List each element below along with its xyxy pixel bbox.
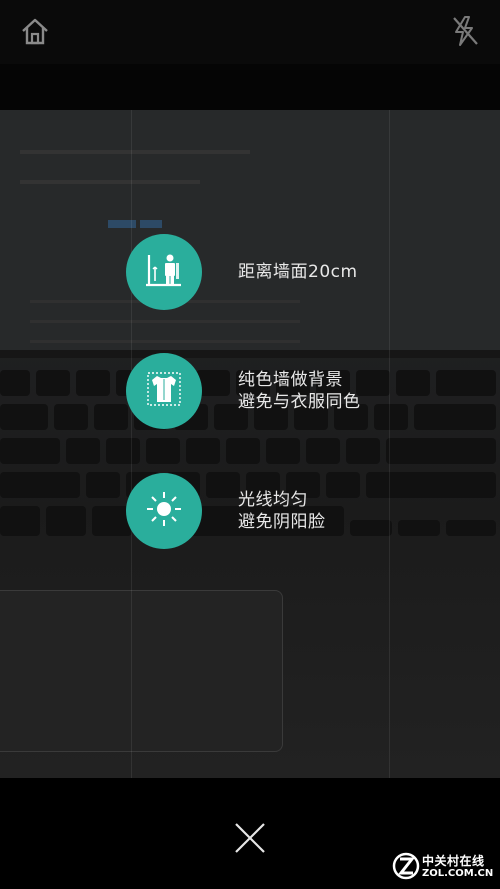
tip-background-text: 纯色墙做背景 避免与衣服同色 bbox=[238, 369, 361, 413]
shirt-icon bbox=[141, 366, 187, 416]
tip-lighting-badge bbox=[126, 473, 202, 549]
zol-watermark: 中关村在线 ZOL.COM.CN bbox=[392, 850, 496, 884]
flash-off-icon[interactable] bbox=[450, 14, 480, 52]
tip-lighting-line-2: 避免阴阳脸 bbox=[238, 512, 326, 532]
laptop-screen bbox=[0, 110, 500, 350]
laptop-hinge bbox=[0, 350, 500, 358]
preview-top-band bbox=[0, 64, 500, 110]
tip-distance-text: 距离墙面20cm bbox=[238, 261, 358, 283]
watermark-en: ZOL.COM.CN bbox=[422, 868, 494, 879]
tip-lighting-text: 光线均匀 避免阴阳脸 bbox=[238, 489, 326, 533]
top-bar bbox=[0, 0, 500, 64]
home-icon[interactable] bbox=[20, 16, 50, 50]
guide-line-right bbox=[389, 110, 390, 778]
watermark-cn: 中关村在线 bbox=[422, 854, 485, 868]
sun-light-icon bbox=[141, 486, 187, 536]
tip-distance-line-1: 距离墙面20cm bbox=[238, 262, 358, 282]
camera-preview bbox=[0, 110, 500, 778]
zol-logo-icon bbox=[392, 850, 420, 886]
guide-line-left bbox=[131, 110, 132, 778]
tip-background-line-2: 避免与衣服同色 bbox=[238, 392, 361, 412]
distance-wall-icon bbox=[141, 247, 187, 297]
laptop-trackpad bbox=[0, 590, 283, 752]
tip-distance: 距离墙面20cm bbox=[126, 234, 357, 310]
tip-distance-badge bbox=[126, 234, 202, 310]
close-icon[interactable] bbox=[232, 820, 268, 860]
tip-lighting: 光线均匀 避免阴阳脸 bbox=[126, 473, 325, 549]
tip-background: 纯色墙做背景 避免与衣服同色 bbox=[126, 353, 360, 429]
tip-background-badge bbox=[126, 353, 202, 429]
tip-background-line-1: 纯色墙做背景 bbox=[238, 370, 343, 390]
tip-lighting-line-1: 光线均匀 bbox=[238, 490, 308, 510]
